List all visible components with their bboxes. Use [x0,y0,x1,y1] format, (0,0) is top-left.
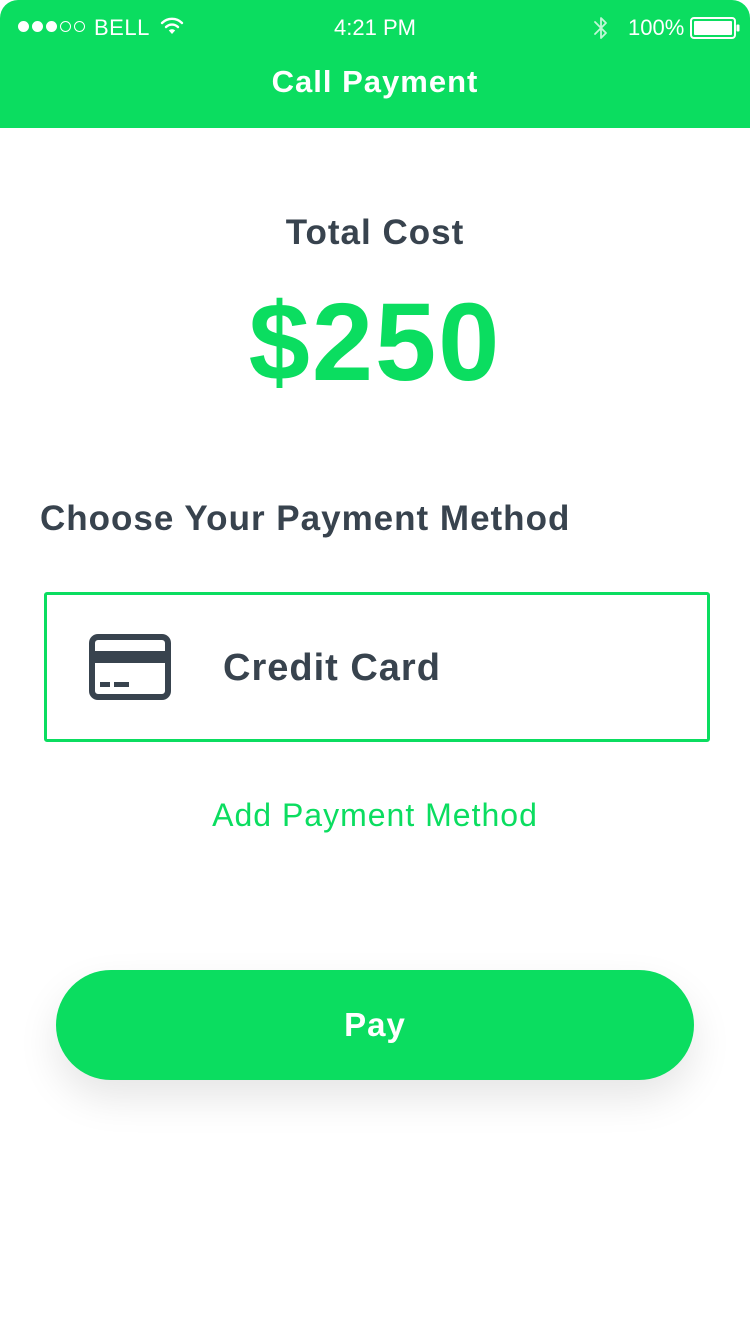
status-bar: BELL 4:21 PM 100% [0,0,750,56]
pay-button[interactable]: Pay [56,970,694,1080]
total-cost-label: Total Cost [285,213,465,252]
page-title: Call Payment [271,64,479,99]
total-cost-amount: $250 [248,281,502,404]
battery-icon [690,17,740,39]
bluetooth-icon [594,17,607,39]
app-header: BELL 4:21 PM 100% Call Payment [0,0,750,128]
payment-method-heading: Choose Your Payment Method [40,499,571,538]
credit-card-icon [89,634,171,700]
add-payment-method-link[interactable]: Add Payment Method [0,794,750,836]
payment-method-label: Credit Card [223,647,441,689]
payment-method-credit-card[interactable]: Credit Card [44,592,710,742]
battery-percentage: 100% [628,15,685,40]
